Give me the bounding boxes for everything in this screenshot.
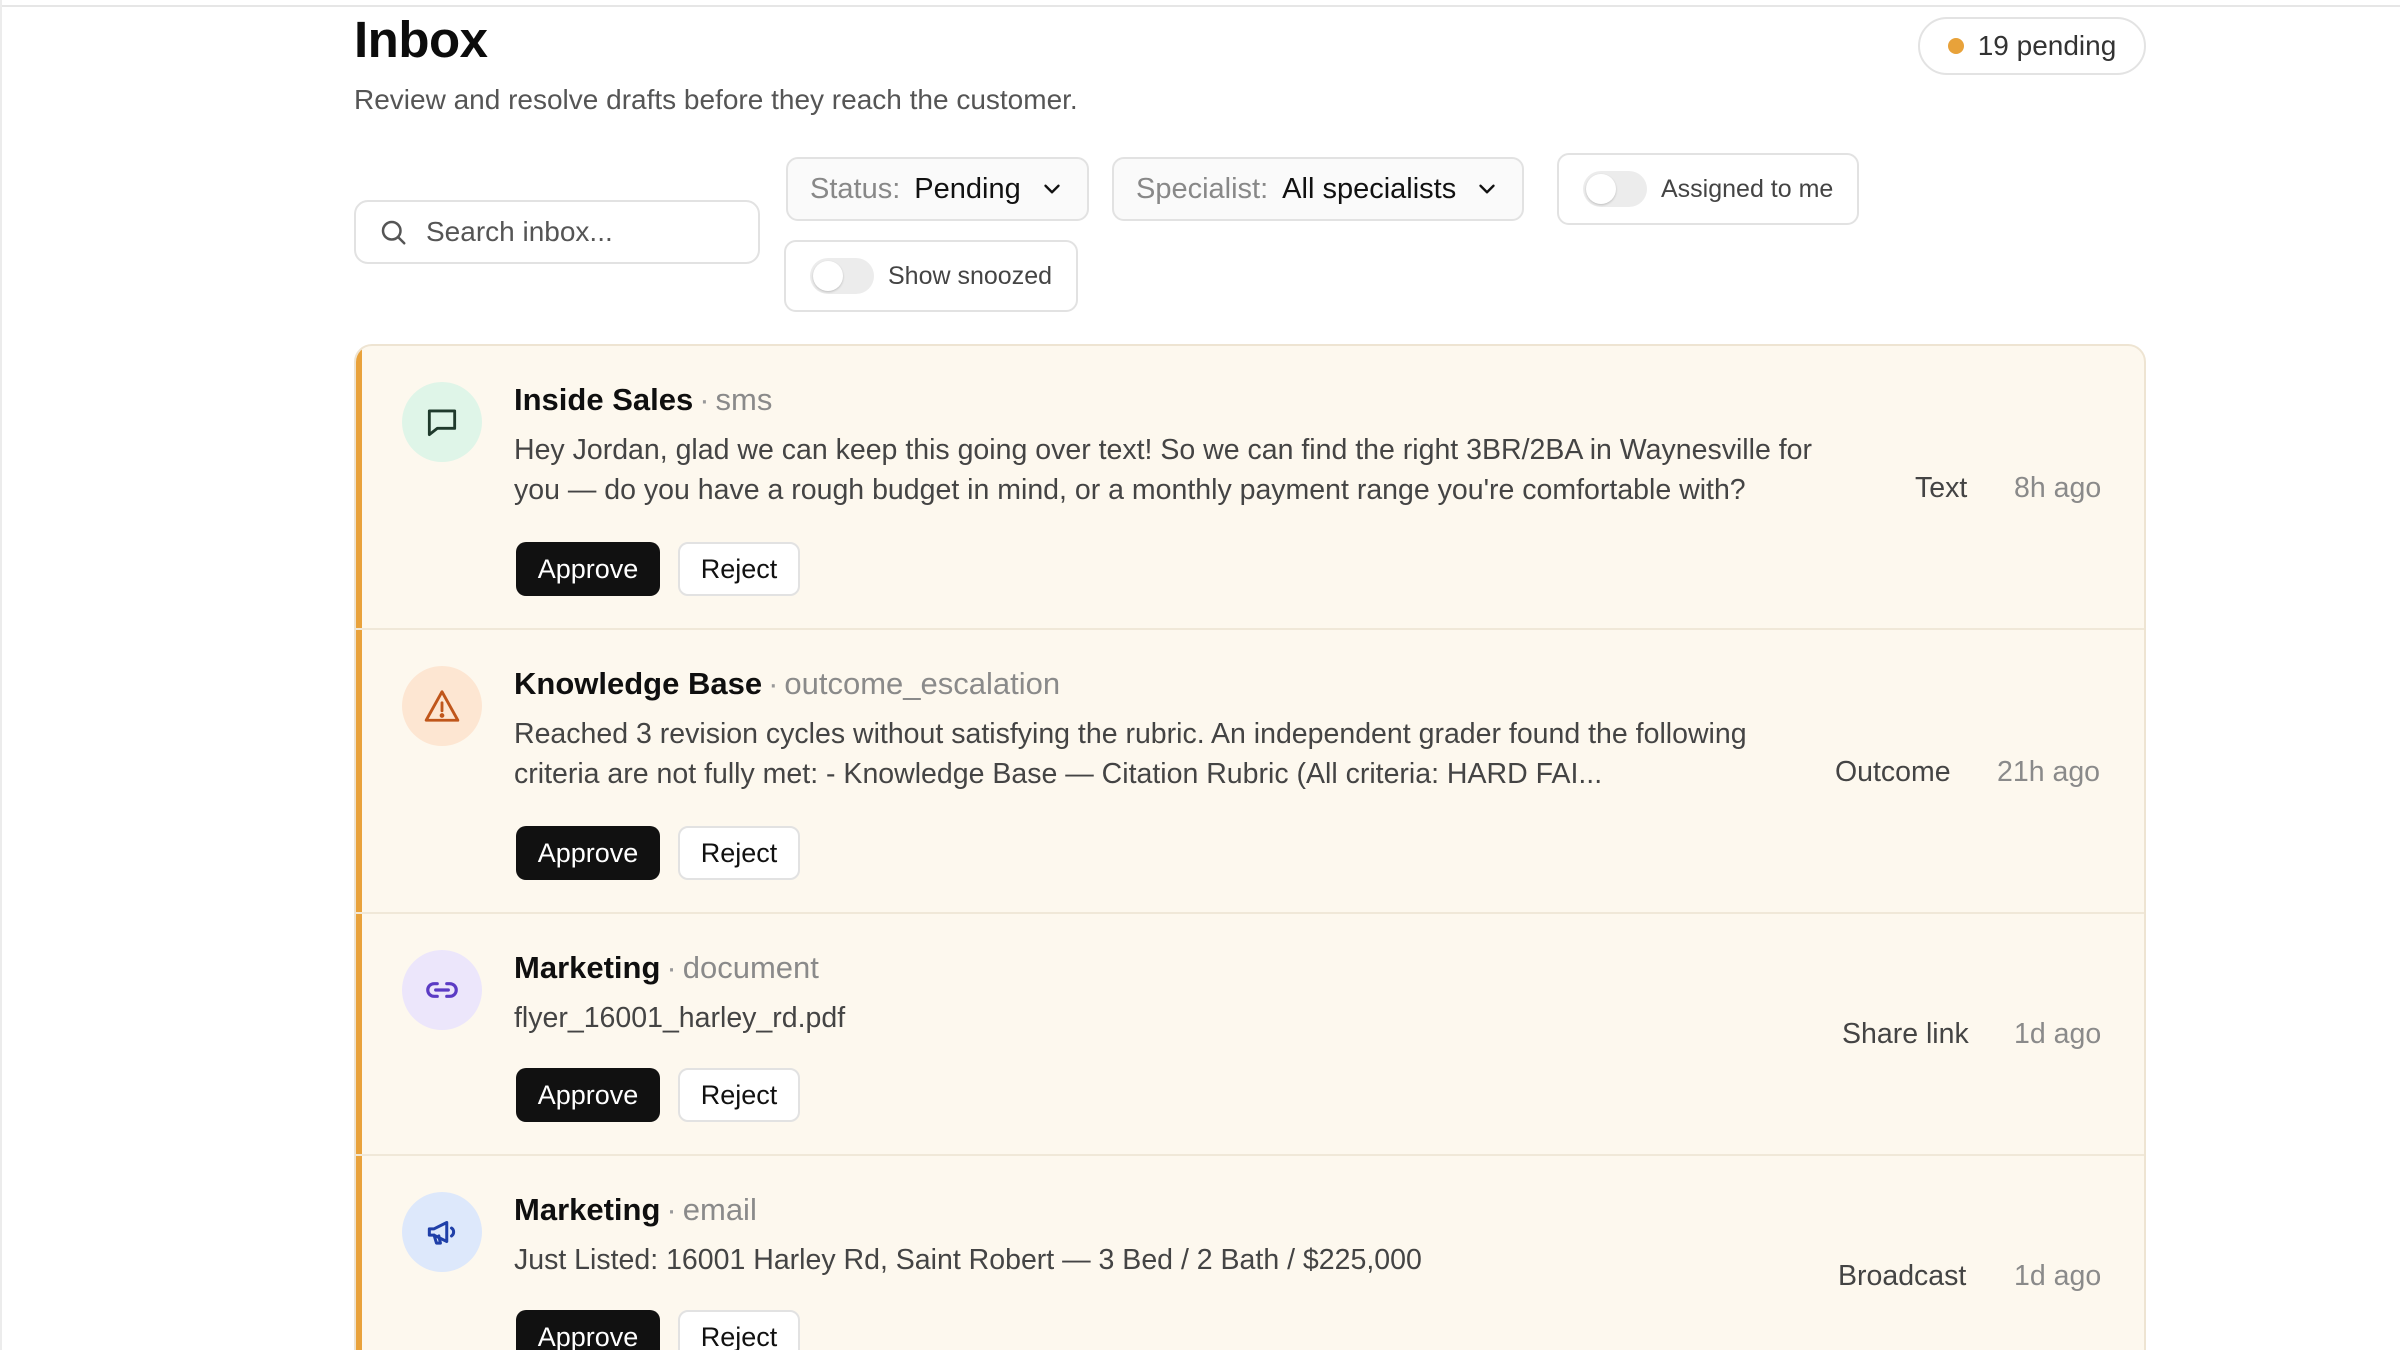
- link-icon: [426, 982, 458, 998]
- item-specialist: Marketing: [514, 950, 661, 985]
- item-timestamp: 1d ago: [2014, 1018, 2102, 1050]
- item-kind: email: [682, 1192, 757, 1227]
- item-timestamp: 1d ago: [2014, 1260, 2102, 1292]
- item-specialist: Marketing: [514, 1192, 661, 1227]
- approve-button[interactable]: Approve: [516, 1310, 660, 1350]
- show-snoozed-toggle[interactable]: [810, 258, 874, 294]
- assigned-to-me-toggle[interactable]: [1583, 171, 1647, 207]
- megaphone-icon: [427, 1220, 456, 1245]
- alert-triangle-icon: [424, 690, 460, 722]
- item-preview: Hey Jordan, glad we can keep this going …: [514, 434, 1812, 506]
- pending-status-dot: [1947, 38, 1964, 54]
- item-avatar: [402, 950, 482, 1030]
- show-snoozed-filter[interactable]: Show snoozed: [784, 240, 1079, 312]
- item-type: Broadcast: [1838, 1260, 1967, 1292]
- message-square-icon: [427, 409, 457, 437]
- item-type: Share link: [1842, 1018, 1969, 1050]
- item-header: Knowledge Base · outcome_escalation: [514, 666, 1060, 702]
- assigned-to-me-filter[interactable]: Assigned to me: [1557, 153, 1860, 225]
- inbox-item[interactable]: Knowledge Base · outcome_escalation Reache…: [356, 630, 2144, 914]
- item-type: Text: [1915, 472, 1968, 504]
- inbox-item[interactable]: Marketing · email Just Listed: 16001 Harle…: [356, 1156, 2144, 1350]
- item-kind: document: [682, 950, 819, 985]
- pending-count-label: 19 pending: [1977, 30, 2117, 61]
- item-header: Inside Sales · sms: [514, 382, 772, 418]
- item-header: Marketing · document: [514, 950, 819, 986]
- item-separator: ·: [699, 382, 710, 417]
- inbox-item[interactable]: Inside Sales · sms Hey Jordan, glad we can…: [356, 346, 2144, 630]
- approve-button[interactable]: Approve: [516, 542, 660, 596]
- item-avatar: [402, 1192, 482, 1272]
- specialist-filter-label: Specialist:: [1136, 172, 1269, 205]
- page-subtitle: Review and resolve drafts before they re…: [354, 84, 1078, 115]
- item-header: Marketing · email: [514, 1192, 757, 1228]
- item-timestamp: 8h ago: [2014, 472, 2102, 504]
- approve-button[interactable]: Approve: [516, 1068, 660, 1122]
- item-type: Outcome: [1835, 756, 1951, 788]
- item-avatar: [402, 666, 482, 746]
- search-box[interactable]: [354, 200, 760, 264]
- search-input[interactable]: [426, 216, 726, 248]
- item-kind: sms: [715, 382, 773, 417]
- item-avatar: [402, 382, 482, 462]
- item-preview: Reached 3 revision cycles without satisf…: [514, 718, 1747, 790]
- status-filter-value: Pending: [914, 172, 1021, 205]
- status-filter-label: Status:: [810, 172, 901, 205]
- item-separator: ·: [768, 666, 779, 701]
- status-filter-dropdown[interactable]: Status: Pending: [786, 157, 1089, 221]
- specialist-filter-dropdown[interactable]: Specialist: All specialists: [1112, 157, 1525, 221]
- reject-button[interactable]: Reject: [678, 1068, 800, 1122]
- reject-button[interactable]: Reject: [678, 826, 800, 880]
- top-border: [0, 0, 2400, 7]
- item-kind: outcome_escalation: [784, 666, 1061, 701]
- item-separator: ·: [666, 1192, 677, 1227]
- specialist-filter-value: All specialists: [1282, 172, 1457, 205]
- page-title: Inbox: [354, 11, 488, 68]
- item-preview: Just Listed: 16001 Harley Rd, Saint Robe…: [514, 1244, 1422, 1276]
- search-icon: [381, 220, 406, 245]
- show-snoozed-label: Show snoozed: [888, 261, 1053, 290]
- chevron-down-icon: [1479, 184, 1495, 194]
- reject-button[interactable]: Reject: [678, 542, 800, 596]
- item-specialist: Knowledge Base: [514, 666, 763, 701]
- item-separator: ·: [666, 950, 677, 985]
- inbox-list: Inside Sales · sms Hey Jordan, glad we can…: [354, 344, 2146, 1350]
- left-border: [0, 0, 2, 1350]
- pending-count-badge: 19 pending: [1918, 17, 2146, 75]
- item-timestamp: 21h ago: [1997, 756, 2101, 788]
- reject-button[interactable]: Reject: [678, 1310, 800, 1350]
- assigned-to-me-label: Assigned to me: [1661, 174, 1834, 203]
- inbox-item[interactable]: Marketing · document flyer_16001_harley_rd…: [356, 914, 2144, 1156]
- chevron-down-icon: [1044, 184, 1060, 194]
- item-preview: flyer_16001_harley_rd.pdf: [514, 1002, 846, 1034]
- item-specialist: Inside Sales: [514, 382, 694, 417]
- approve-button[interactable]: Approve: [516, 826, 660, 880]
